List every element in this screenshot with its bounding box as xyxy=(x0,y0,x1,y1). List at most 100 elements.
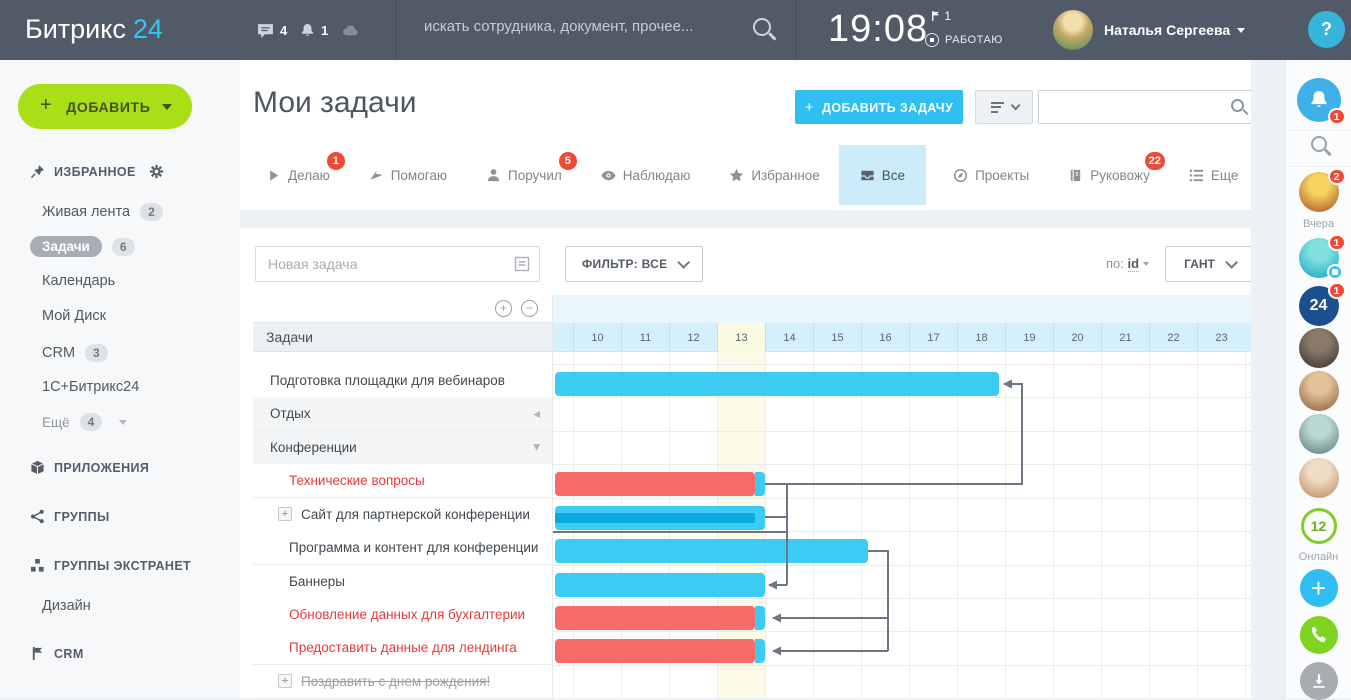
day-cell-20[interactable]: 20 xyxy=(1053,323,1101,352)
tab-6[interactable]: Все xyxy=(839,145,926,205)
favorites-header[interactable]: ИЗБРАННОЕ xyxy=(30,164,164,179)
sort-by-control[interactable]: по: id xyxy=(1106,256,1149,271)
gear-icon[interactable] xyxy=(149,164,164,179)
contact-llama[interactable]: 1 xyxy=(1299,238,1339,278)
flag-counter[interactable]: 1 xyxy=(930,9,951,23)
bell-icon[interactable] xyxy=(300,22,315,39)
chevron-left-icon[interactable]: ◂ xyxy=(533,406,540,422)
contact-woman-longhair[interactable] xyxy=(1299,458,1339,498)
add-task-button[interactable]: +ДОБАВИТЬ ЗАДАЧУ xyxy=(795,90,963,124)
day-cell-21[interactable]: 21 xyxy=(1101,323,1149,352)
tab-1[interactable]: Делаю1 xyxy=(253,145,343,205)
new-task-input[interactable] xyxy=(256,247,496,281)
app-logo[interactable]: Битрикс24 xyxy=(25,14,163,45)
left-sidebar: + ДОБАВИТЬ ИЗБРАННОЕ Живая лента2 Задачи6… xyxy=(0,60,240,698)
day-cell-10[interactable]: 10 xyxy=(573,323,621,352)
tab-5[interactable]: Избранное xyxy=(716,145,832,205)
grid-line-horizontal xyxy=(553,598,1251,599)
gantt-bar-8[interactable] xyxy=(555,606,755,630)
day-cell-16[interactable]: 16 xyxy=(861,323,909,352)
contact-man-smiling[interactable] xyxy=(1299,371,1339,411)
sidebar-section-share[interactable]: ГРУППЫ xyxy=(30,509,110,524)
contact-cartoon-woman[interactable]: 2 xyxy=(1299,172,1339,212)
tab-8[interactable]: Руковожу22 xyxy=(1055,145,1163,205)
add-button[interactable]: + ДОБАВИТЬ xyxy=(18,84,192,129)
sidebar-item-5[interactable]: CRM3 xyxy=(42,344,108,362)
chat-24[interactable]: 241 xyxy=(1299,286,1339,326)
zoom-in-icon[interactable]: + xyxy=(495,300,512,317)
gantt-row-8[interactable]: Обновление данных для бухгалтерии xyxy=(253,598,552,632)
search-icon[interactable] xyxy=(753,18,771,36)
gantt-row-9[interactable]: Предоставить данные для лендинга xyxy=(253,631,552,665)
sidebar-item-дизайн[interactable]: Дизайн xyxy=(42,598,91,614)
sidebar-section-flag[interactable]: CRM xyxy=(30,646,84,661)
sidebar-item-4[interactable]: Мой Диск xyxy=(42,308,106,324)
tab-3[interactable]: Поручил5 xyxy=(473,145,575,205)
tab-2[interactable]: Помогаю xyxy=(356,145,460,205)
help-button[interactable]: ? xyxy=(1308,11,1345,48)
day-cell-13[interactable]: 13 xyxy=(717,323,765,352)
gantt-row-1[interactable]: Подготовка площадки для вебинаров xyxy=(253,364,552,398)
gantt-bar-9[interactable] xyxy=(555,639,755,663)
gantt-row-10[interactable]: +Поздравить с днем рождения! xyxy=(253,665,552,699)
sidebar-item-7[interactable]: Ещё4 xyxy=(42,413,127,431)
contact-man-outdoors[interactable] xyxy=(1299,414,1339,454)
search-icon[interactable] xyxy=(1231,99,1244,112)
sidebar-section-blocks[interactable]: ГРУППЫ ЭКСТРАНЕТ xyxy=(30,558,191,573)
gantt-bar-1[interactable] xyxy=(555,372,999,396)
sidebar-section-apps[interactable]: ПРИЛОЖЕНИЯ xyxy=(30,460,149,475)
day-cell-18[interactable]: 18 xyxy=(957,323,1005,352)
tab-9[interactable]: Еще xyxy=(1176,145,1251,205)
gantt-bar-7[interactable] xyxy=(555,573,765,597)
task-label: Сайт для партнерской конференции xyxy=(301,507,530,522)
expand-icon[interactable]: + xyxy=(278,507,292,521)
gantt-row-2[interactable]: Отдых◂ xyxy=(253,397,552,431)
day-cell-12[interactable]: 12 xyxy=(669,323,717,352)
user-avatar[interactable] xyxy=(1053,10,1093,50)
chat-icon[interactable] xyxy=(256,22,275,39)
day-cell-23[interactable]: 23 xyxy=(1197,323,1245,352)
online-counter[interactable]: 12 xyxy=(1301,508,1337,544)
sidebar-item-3[interactable]: Календарь xyxy=(42,273,115,289)
day-cell-17[interactable]: 17 xyxy=(909,323,957,352)
notifications-button[interactable]: 1 xyxy=(1297,78,1341,122)
gantt-bar-5[interactable] xyxy=(555,506,765,530)
day-cell-14[interactable]: 14 xyxy=(765,323,813,352)
gantt-row-6[interactable]: Программа и контент для конференции xyxy=(253,531,552,565)
gantt-bar-4[interactable] xyxy=(555,472,755,496)
task-label: Предоставить данные для лендинга xyxy=(289,640,517,655)
task-search-input[interactable] xyxy=(1039,91,1219,123)
gantt-row-4[interactable]: Технические вопросы xyxy=(253,464,552,498)
clock[interactable]: 19:08 xyxy=(828,8,928,51)
tab-7[interactable]: Проекты xyxy=(940,145,1042,205)
tab-4[interactable]: Наблюдаю xyxy=(588,145,704,205)
rail-search-button[interactable] xyxy=(1311,136,1327,152)
gantt-bar-6[interactable] xyxy=(555,539,868,563)
download-button[interactable] xyxy=(1300,662,1338,700)
call-button[interactable] xyxy=(1300,616,1338,654)
form-icon[interactable] xyxy=(514,256,530,272)
user-menu[interactable]: Наталья Сергеева xyxy=(1104,22,1245,38)
contact-man-dark[interactable] xyxy=(1299,328,1339,368)
sidebar-item-1[interactable]: Живая лента2 xyxy=(42,203,163,221)
chevron-down-icon[interactable]: ▾ xyxy=(533,439,540,455)
tab-label: Все xyxy=(882,168,905,183)
cloud-icon[interactable] xyxy=(341,22,360,39)
day-cell-22[interactable]: 22 xyxy=(1149,323,1197,352)
zoom-out-icon[interactable]: − xyxy=(521,300,538,317)
global-search-input[interactable] xyxy=(424,18,744,35)
rail-add-button[interactable]: + xyxy=(1300,569,1338,607)
gantt-row-5[interactable]: + Сайт для партнерской конференции xyxy=(253,498,552,532)
sidebar-item-2[interactable]: Задачи6 xyxy=(30,236,135,257)
filter-button[interactable]: ФИЛЬТР: ВСЕ xyxy=(565,246,703,282)
gantt-row-3[interactable]: Конференции▾ xyxy=(253,431,552,465)
gantt-view-button[interactable]: ГАНТ xyxy=(1165,246,1253,282)
day-cell-11[interactable]: 11 xyxy=(621,323,669,352)
day-cell-15[interactable]: 15 xyxy=(813,323,861,352)
view-options-button[interactable] xyxy=(975,90,1033,124)
work-status-button[interactable]: РАБОТАЮ xyxy=(925,33,1003,47)
day-cell-19[interactable]: 19 xyxy=(1005,323,1053,352)
expand-icon[interactable]: + xyxy=(278,674,292,688)
gantt-row-7[interactable]: Баннеры xyxy=(253,565,552,599)
sidebar-item-6[interactable]: 1С+Битрикс24 xyxy=(42,379,139,395)
